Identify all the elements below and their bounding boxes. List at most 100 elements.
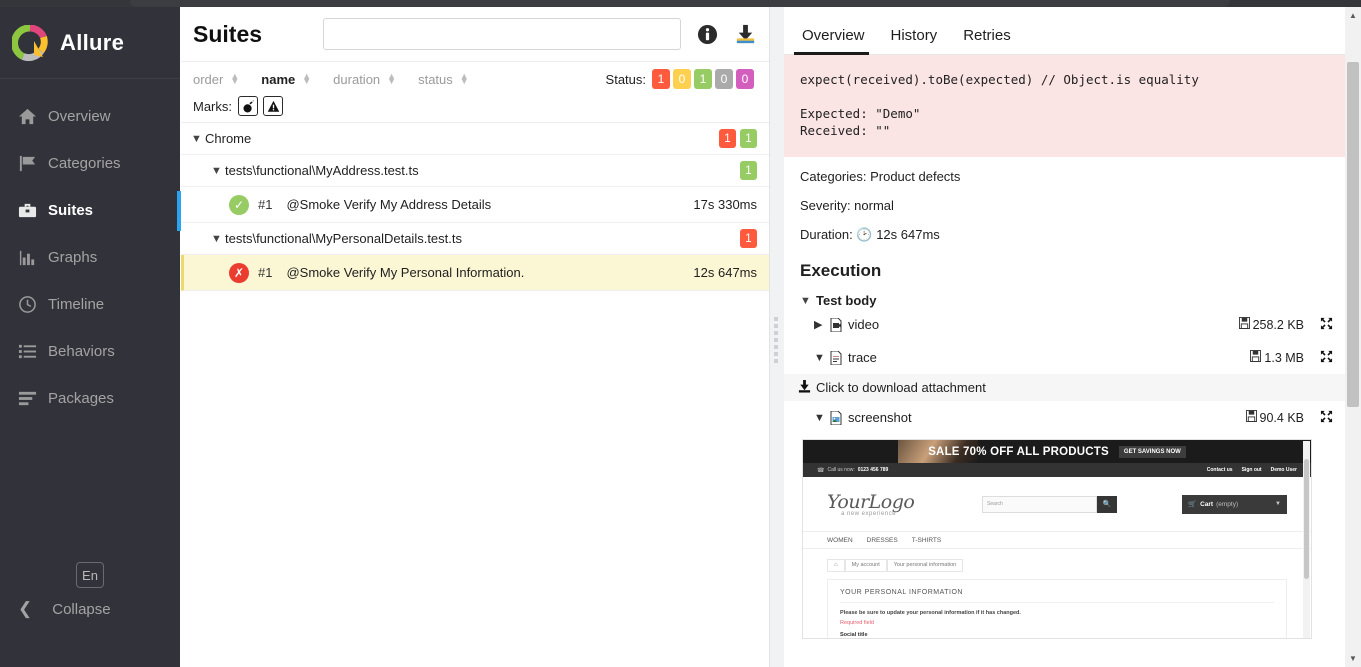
execution-heading: Execution (800, 261, 882, 280)
warning-triangle-icon[interactable] (263, 96, 283, 116)
preview-phone: 0123 456 789 (857, 467, 889, 473)
tree-node-label: tests\functional\MyAddress.test.ts (225, 163, 419, 178)
attachment-label: screenshot (848, 410, 912, 425)
sidebar-item-suites[interactable]: Suites (0, 187, 181, 234)
tab-history[interactable]: History (883, 27, 956, 54)
brand[interactable]: Allure (0, 7, 180, 79)
triangle-up-icon[interactable]: ▲ (1345, 7, 1361, 24)
clock-icon: 🕑 (856, 227, 873, 242)
preview-menu-dresses: DRESSES (866, 536, 898, 544)
preview-menu: WOMEN DRESSES T-SHIRTS (803, 531, 1311, 549)
sidebar-item-label: Categories (48, 155, 121, 172)
home-icon (18, 107, 48, 126)
sort-duration[interactable]: duration ▲ ▼ (333, 72, 396, 87)
sidebar-item-label: Timeline (48, 296, 105, 313)
sort-order-label: order (193, 71, 224, 87)
sidebar-item-label: Overview (48, 108, 111, 125)
sidebar-item-timeline[interactable]: Timeline (0, 281, 180, 328)
status-filter-label: Status: (605, 71, 646, 87)
suites-toolbar: order ▲ ▼ name ▲ ▼ duration ▲ ▼ status ▲ ▼ S… (181, 61, 769, 122)
sidebar-item-behaviors[interactable]: Behaviors (0, 328, 180, 375)
preview-logo-main: YourLogo (827, 491, 915, 513)
tree-node-myaddress-suite[interactable]: ▼ tests\functional\MyAddress.test.ts 1 (181, 155, 769, 187)
chevron-down-icon: ▼ (800, 294, 811, 307)
preview-logo: YourLogo a new experience (827, 491, 957, 517)
test-detail-panel: Overview History Retries expect(received… (784, 7, 1345, 667)
sort-status[interactable]: status ▲ ▼ (418, 72, 469, 87)
status-chip-unknown[interactable]: 0 (736, 69, 754, 89)
search-input[interactable] (323, 18, 681, 50)
sort-order[interactable]: order ▲ ▼ (193, 72, 239, 87)
preview-scrollbar[interactable] (1303, 441, 1310, 638)
info-icon[interactable] (697, 24, 718, 45)
bomb-icon[interactable] (238, 96, 258, 116)
collapse-sidebar-button[interactable]: ❮ Collapse (18, 599, 111, 619)
preview-search-field: Search (982, 495, 1097, 513)
preview-link-contact: Contact us (1206, 467, 1233, 473)
preview-cart: 🛒 Cart (empty) ▼ (1182, 494, 1287, 514)
preview-topbar: ☎ Call us now: 0123 456 789 Contact us S… (803, 463, 1311, 477)
list-icon (18, 342, 48, 361)
clock-icon (18, 295, 48, 314)
sort-arrows-icon: ▲ ▼ (230, 71, 240, 86)
sidebar-item-label: Packages (48, 390, 114, 407)
tab-overview[interactable]: Overview (794, 27, 883, 55)
floppy-disk-icon (1245, 410, 1257, 425)
duration-label: Duration: (800, 227, 853, 242)
status-chip-passed[interactable]: 1 (694, 69, 712, 89)
attachment-trace[interactable]: ▼ trace 1.3 MB (784, 341, 1345, 374)
screenshot-preview[interactable]: SALE 70% OFF ALL PRODUCTS GET SAVINGS NO… (802, 439, 1312, 639)
sidebar-item-graphs[interactable]: Graphs (0, 234, 180, 281)
tree-node-mypersonaldetails-suite[interactable]: ▼ tests\functional\MyPersonalDetails.tes… (181, 223, 769, 255)
duration-value: 12s 647ms (876, 227, 940, 242)
preview-personal-info-card: YOUR PERSONAL INFORMATION Please be sure… (827, 579, 1287, 638)
chevron-right-icon[interactable]: ▶ (814, 318, 830, 331)
floppy-disk-icon (1250, 350, 1262, 365)
sidebar-item-overview[interactable]: Overview (0, 93, 180, 140)
attachment-label: video (848, 317, 880, 332)
fullscreen-icon[interactable] (1320, 410, 1333, 426)
preview-scrollbar-thumb[interactable] (1304, 459, 1309, 579)
error-message: expect(received).toBe(expected) // Objec… (784, 55, 1345, 157)
status-chip-broken[interactable]: 0 (673, 69, 691, 89)
tree-node-chrome[interactable]: ▼ Chrome 1 1 (181, 123, 769, 155)
fullscreen-icon[interactable] (1320, 350, 1333, 366)
attachment-size-value: 90.4 KB (1259, 410, 1304, 425)
preview-breadcrumb: ⌂ My account Your personal information (803, 557, 1311, 573)
attachment-screenshot[interactable]: ▼ screenshot 90.4 KB (784, 401, 1345, 434)
window-top-strip-inner (130, 0, 1230, 7)
test-number: #1 (258, 265, 273, 280)
phone-icon: ☎ (817, 467, 825, 474)
sidebar-nav: Overview Categories Suites Graphs Timeli… (0, 79, 181, 422)
test-row-my-personal-information[interactable]: ✗ #1 @Smoke Verify My Personal Informati… (181, 255, 769, 291)
download-icon[interactable] (734, 23, 757, 46)
page-scrollbar-thumb[interactable] (1347, 62, 1359, 407)
fullscreen-icon[interactable] (1320, 317, 1333, 333)
status-chip-failed[interactable]: 1 (652, 69, 670, 89)
sidebar-item-packages[interactable]: Packages (0, 375, 180, 422)
attachment-video[interactable]: ▶ video 258.2 KB (784, 308, 1345, 341)
image-file-icon (830, 410, 842, 425)
page-title: Suites (193, 20, 263, 47)
test-meta: Categories: Product defects Severity: no… (784, 157, 1345, 259)
page-scrollbar[interactable]: ▲ ▼ (1345, 7, 1361, 667)
download-attachment-row[interactable]: Click to download attachment (784, 374, 1345, 401)
status-chip-skipped[interactable]: 0 (715, 69, 733, 89)
test-body-toggle[interactable]: ▼ Test body (784, 281, 1345, 308)
chevron-down-icon[interactable]: ▼ (814, 412, 830, 424)
flag-icon (18, 154, 48, 173)
sidebar-item-categories[interactable]: Categories (0, 140, 180, 187)
test-row-my-address-details[interactable]: ✓ #1 @Smoke Verify My Address Details 17… (181, 187, 769, 223)
preview-breadcrumb-current: Your personal information (886, 558, 964, 572)
panel-resize-handle[interactable] (770, 7, 784, 667)
sidebar-item-label: Suites (48, 202, 94, 219)
preview-card-required: Required field (840, 620, 874, 626)
chevron-down-icon[interactable]: ▼ (814, 352, 830, 364)
tab-retries[interactable]: Retries (955, 27, 1029, 54)
preview-card-social: Social title (840, 632, 868, 638)
language-switcher[interactable]: En (76, 562, 104, 588)
test-duration: 12s 647ms (693, 265, 757, 280)
triangle-down-icon[interactable]: ▼ (1345, 650, 1361, 667)
chevron-left-icon: ❮ (18, 599, 33, 618)
sort-name[interactable]: name ▲ ▼ (261, 72, 311, 87)
